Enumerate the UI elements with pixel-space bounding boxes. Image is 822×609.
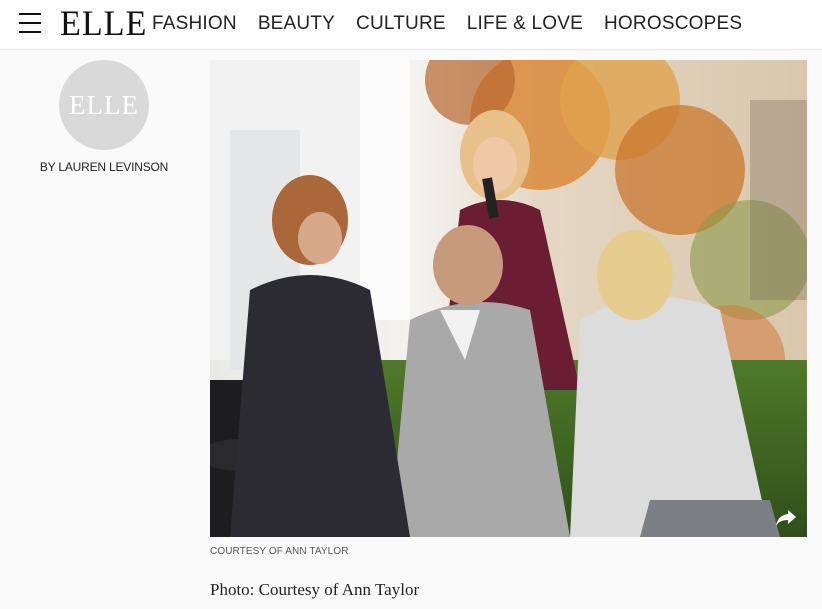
nav-horoscopes[interactable]: HOROSCOPES: [604, 12, 742, 36]
share-arrow-icon[interactable]: [775, 509, 797, 527]
author-avatar[interactable]: ELLE: [59, 60, 149, 150]
nav-life-love[interactable]: LIFE & LOVE: [467, 12, 583, 36]
photo-caption: Photo: Courtesy of Ann Taylor: [210, 580, 420, 599]
hamburger-menu-icon[interactable]: [19, 13, 41, 33]
avatar-logo-text: ELLE: [69, 89, 139, 120]
photo-illustration: [210, 60, 807, 537]
nav-culture[interactable]: CULTURE: [356, 12, 446, 36]
article-photo: [210, 60, 807, 537]
nav-beauty[interactable]: BEAUTY: [258, 12, 335, 36]
author-byline[interactable]: BY LAUREN LEVINSON: [30, 160, 178, 174]
main-nav: FASHION BEAUTY CULTURE LIFE & LOVE HOROS…: [152, 12, 763, 36]
site-logo[interactable]: ELLE: [60, 3, 147, 43]
image-credit: COURTESY OF ANN TAYLOR: [210, 546, 349, 557]
nav-fashion[interactable]: FASHION: [152, 12, 237, 36]
site-header: ELLE FASHION BEAUTY CULTURE LIFE & LOVE …: [0, 0, 822, 50]
